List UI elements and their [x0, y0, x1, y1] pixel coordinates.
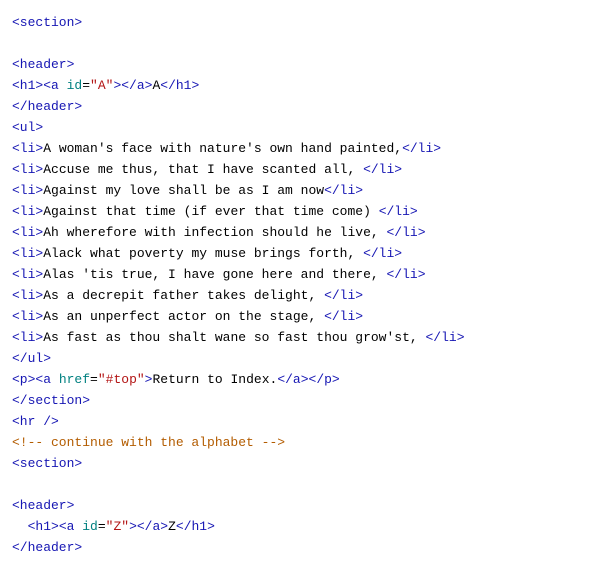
token-text: Accuse me thus, that I have scanted all,	[43, 162, 363, 177]
token-text: Ah wherefore with infection should he li…	[43, 225, 386, 240]
code-line: <section>	[12, 12, 603, 33]
token-text: Against my love shall be as I am now	[43, 183, 324, 198]
token-attr-name: id	[82, 519, 98, 534]
token-tag: </h1>	[176, 519, 215, 534]
token-text: Alack what poverty my muse brings forth,	[43, 246, 363, 261]
token-tag: <header>	[12, 57, 74, 72]
token-attr-name: id	[67, 78, 83, 93]
token-tag: ></a>	[113, 78, 152, 93]
code-line: <li>Against that time (if ever that time…	[12, 201, 603, 222]
token-tag: <li>	[12, 183, 43, 198]
token-tag: <li>	[12, 288, 43, 303]
code-line: </section>	[12, 390, 603, 411]
token-text: Alas 'tis true, I have gone here and the…	[43, 267, 386, 282]
token-tag: </li>	[386, 267, 425, 282]
token-tag: </li>	[324, 288, 363, 303]
token-tag: <li>	[12, 141, 43, 156]
token-tag: </li>	[402, 141, 441, 156]
token-tag: <li>	[12, 267, 43, 282]
code-line: <li>Against my love shall be as I am now…	[12, 180, 603, 201]
code-line: <hr />	[12, 411, 603, 432]
token-attr-eq: =	[90, 372, 98, 387]
token-comment: <!-- continue with the alphabet -->	[12, 435, 285, 450]
code-line: <li>Alas 'tis true, I have gone here and…	[12, 264, 603, 285]
code-line: <ul>	[12, 117, 603, 138]
token-tag: </header>	[12, 540, 82, 555]
code-line: </header>	[12, 537, 603, 558]
token-attr-val: "A"	[90, 78, 113, 93]
token-tag: </li>	[324, 309, 363, 324]
code-line: <header>	[12, 54, 603, 75]
token-tag: <li>	[12, 204, 43, 219]
code-line: <h1><a id="Z"></a>Z</h1>	[12, 516, 603, 537]
code-line: </ul>	[12, 348, 603, 369]
token-text	[51, 372, 59, 387]
token-attr-name: href	[59, 372, 90, 387]
code-line: <li>Accuse me thus, that I have scanted …	[12, 159, 603, 180]
code-line: <li>A woman's face with nature's own han…	[12, 138, 603, 159]
token-text: Z	[168, 519, 176, 534]
token-tag: </ul>	[12, 351, 51, 366]
code-line: <li>Alack what poverty my muse brings fo…	[12, 243, 603, 264]
token-tag: <header>	[12, 498, 74, 513]
token-attr-eq: =	[82, 78, 90, 93]
token-tag: <section>	[12, 15, 82, 30]
token-tag: </a></p>	[277, 372, 339, 387]
token-attr-val: "Z"	[106, 519, 129, 534]
token-tag: <hr />	[12, 414, 59, 429]
token-text	[59, 78, 67, 93]
token-tag: </li>	[363, 162, 402, 177]
code-line: <li>As an unperfect actor on the stage, …	[12, 306, 603, 327]
token-tag: <h1><a	[28, 519, 75, 534]
token-tag: </li>	[379, 204, 418, 219]
token-text: As an unperfect actor on the stage,	[43, 309, 324, 324]
token-text: Return to Index.	[152, 372, 277, 387]
token-text: As fast as thou shalt wane so fast thou …	[43, 330, 425, 345]
code-line: </header>	[12, 96, 603, 117]
code-line: <li>Ah wherefore with infection should h…	[12, 222, 603, 243]
token-tag: <p><a	[12, 372, 51, 387]
code-line	[12, 33, 603, 54]
token-text: As a decrepit father takes delight,	[43, 288, 324, 303]
token-text: A woman's face with nature's own hand pa…	[43, 141, 402, 156]
code-line: <header>	[12, 495, 603, 516]
token-tag: </li>	[324, 183, 363, 198]
token-tag: <h1><a	[12, 78, 59, 93]
token-text: Against that time (if ever that time com…	[43, 204, 378, 219]
token-tag: <li>	[12, 309, 43, 324]
token-text	[12, 519, 28, 534]
token-tag: </li>	[363, 246, 402, 261]
token-tag: <li>	[12, 246, 43, 261]
token-tag: </h1>	[160, 78, 199, 93]
token-tag: <section>	[12, 456, 82, 471]
token-attr-val: "#top"	[98, 372, 145, 387]
token-tag: </li>	[386, 225, 425, 240]
code-line: <h1><a id="A"></a>A</h1>	[12, 75, 603, 96]
code-line	[12, 474, 603, 495]
token-tag: </section>	[12, 393, 90, 408]
token-attr-eq: =	[98, 519, 106, 534]
code-line: <!-- continue with the alphabet -->	[12, 432, 603, 453]
token-tag: </header>	[12, 99, 82, 114]
token-tag: <li>	[12, 330, 43, 345]
code-line: <section>	[12, 453, 603, 474]
token-tag: <ul>	[12, 120, 43, 135]
code-line: <li>As a decrepit father takes delight, …	[12, 285, 603, 306]
code-line: <p><a href="#top">Return to Index.</a></…	[12, 369, 603, 390]
token-tag: </li>	[425, 330, 464, 345]
token-tag: <li>	[12, 162, 43, 177]
code-block: <section> <header> <h1><a id="A"></a>A</h…	[12, 12, 603, 558]
token-tag: ></a>	[129, 519, 168, 534]
code-line: <li>As fast as thou shalt wane so fast t…	[12, 327, 603, 348]
token-tag: <li>	[12, 225, 43, 240]
